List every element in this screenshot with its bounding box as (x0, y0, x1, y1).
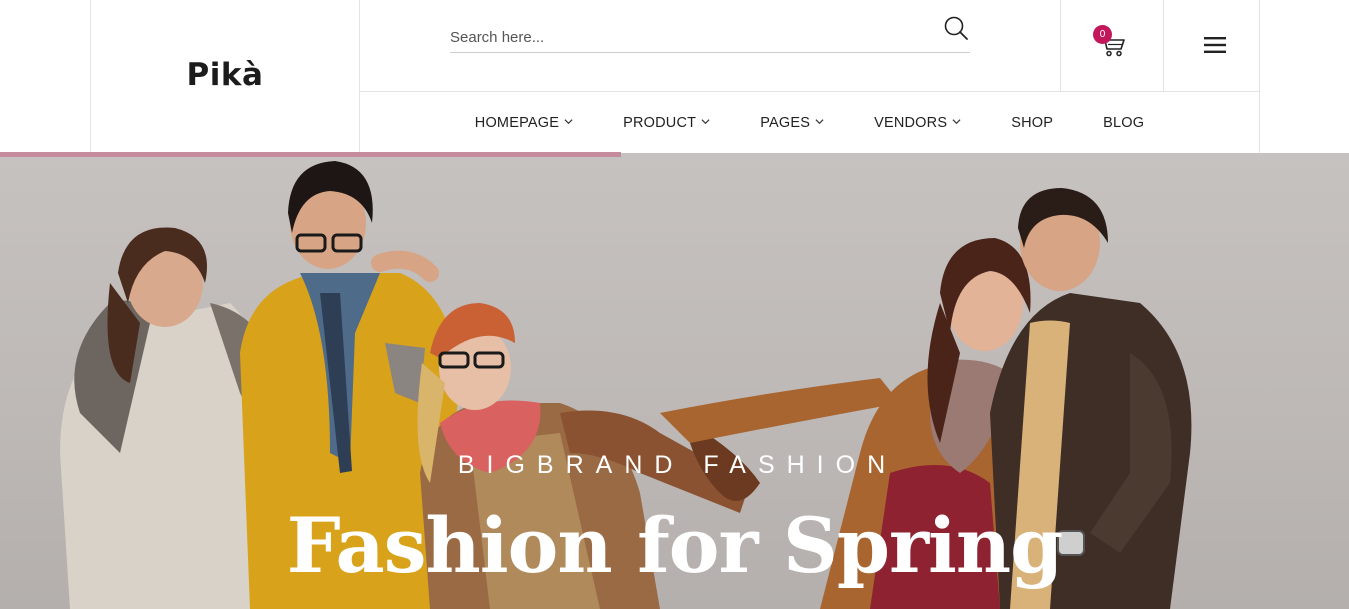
menu-button[interactable] (1164, 0, 1260, 92)
hero-title: Fashion for Spring (286, 501, 1064, 590)
nav-item-product[interactable]: PRODUCT (623, 115, 710, 131)
main-navigation: HOMEPAGE PRODUCT PAGES VENDORS SHOP BLOG (360, 92, 1260, 153)
search-input[interactable] (450, 26, 920, 48)
chevron-down-icon (701, 118, 710, 124)
site-header: Pikà 0 (0, 0, 1349, 153)
nav-item-blog[interactable]: BLOG (1103, 115, 1144, 131)
nav-item-label: SHOP (1011, 114, 1054, 131)
chevron-down-icon (564, 118, 573, 124)
hamburger-menu-icon (1204, 37, 1226, 53)
search-bar (450, 16, 970, 53)
nav-item-shop[interactable]: SHOP (1011, 115, 1053, 131)
nav-item-label: PRODUCT (623, 114, 697, 131)
search-icon (944, 16, 968, 40)
nav-item-homepage[interactable]: HOMEPAGE (475, 115, 573, 131)
nav-item-label: PAGES (760, 114, 811, 131)
logo[interactable]: Pikà (187, 57, 264, 93)
logo-area[interactable]: Pikà (90, 0, 360, 153)
chevron-down-icon (952, 118, 961, 124)
cart-button[interactable]: 0 (1060, 0, 1164, 92)
hero-subtitle: BIGBRAND FASHION (457, 451, 898, 479)
chevron-down-icon (815, 118, 824, 124)
nav-item-vendors[interactable]: VENDORS (874, 115, 961, 131)
header-top-row: 0 (360, 0, 1260, 92)
cart-count-badge: 0 (1093, 25, 1112, 44)
nav-item-pages[interactable]: PAGES (760, 115, 824, 131)
nav-item-label: HOMEPAGE (474, 114, 560, 131)
slider-progress-bar (0, 152, 621, 157)
search-button[interactable] (942, 14, 972, 44)
hero-slider[interactable]: BIGBRAND FASHION Fashion for Spring (0, 153, 1349, 609)
nav-item-label: BLOG (1103, 114, 1145, 131)
nav-item-label: VENDORS (874, 114, 948, 131)
